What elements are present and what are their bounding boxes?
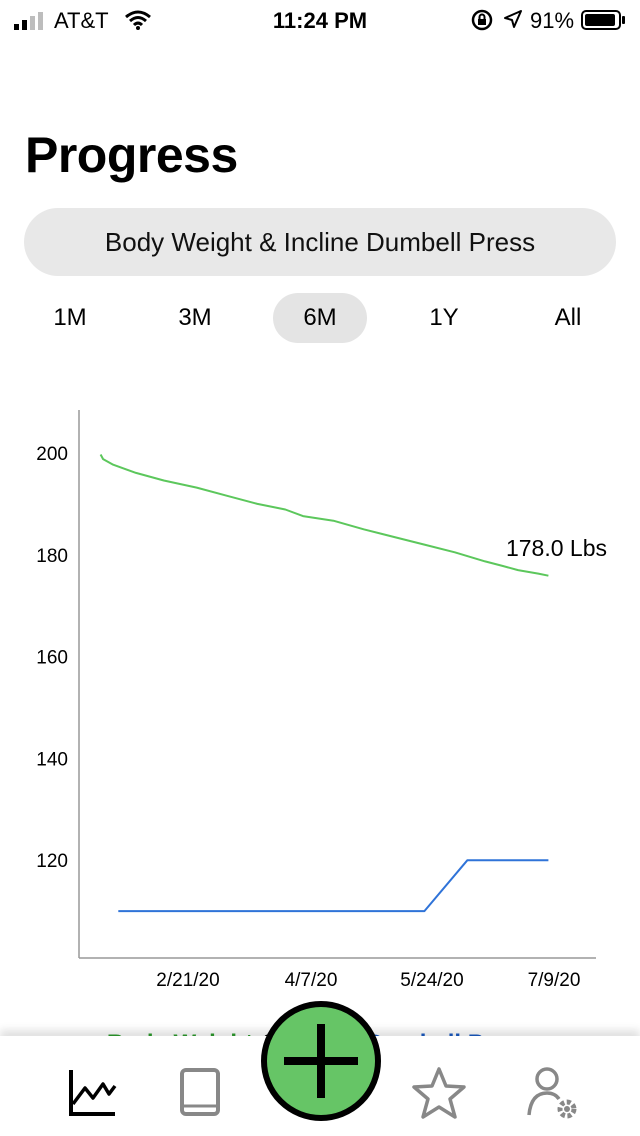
chart-icon — [69, 1070, 117, 1116]
x-tick-label: 2/21/20 — [156, 970, 219, 991]
range-label: 1Y — [429, 304, 459, 331]
range-1m-button[interactable]: 1M — [23, 293, 117, 343]
range-label: 1M — [53, 304, 87, 331]
tab-log[interactable] — [166, 1058, 236, 1128]
status-bar: AT&T 11:24 PM 91% — [0, 0, 640, 40]
body-weight-series-line — [99, 454, 549, 577]
progress-chart: 200 180 160 140 120 2/21/20 4/7/20 5/24/20 7/9/… — [36, 410, 607, 991]
exercise-selector-label: Body Weight & Incline Dumbell Press — [104, 226, 536, 257]
y-tick-label: 180 — [36, 546, 68, 567]
battery-icon — [581, 10, 625, 30]
y-tick-label: 200 — [36, 444, 68, 465]
y-tick-label: 140 — [36, 749, 68, 770]
range-1y-button[interactable]: 1Y — [397, 293, 491, 343]
range-6m-button[interactable]: 6M — [273, 293, 367, 343]
range-3m-button[interactable]: 3M — [148, 293, 242, 343]
tab-progress[interactable] — [57, 1058, 127, 1128]
x-tick-label: 7/9/20 — [528, 970, 581, 991]
tab-settings[interactable] — [518, 1058, 588, 1128]
range-label: 6M — [303, 304, 337, 331]
time-range-control: 1M 3M 6M 1Y All — [0, 293, 640, 343]
star-icon — [412, 1067, 466, 1119]
battery-percent: 91% — [530, 8, 575, 33]
range-label: 3M — [178, 304, 212, 331]
add-entry-button[interactable] — [261, 1001, 381, 1121]
y-tick-label: 120 — [36, 851, 68, 872]
y-tick-label: 160 — [36, 648, 68, 669]
location-arrow-icon — [504, 10, 522, 28]
x-tick-label: 5/24/20 — [400, 970, 463, 991]
range-label: All — [554, 304, 582, 331]
incline-press-series-line — [118, 859, 549, 913]
exercise-selector-button[interactable]: Body Weight & Incline Dumbell Press — [24, 208, 616, 276]
latest-value-label: 178.0 Lbs — [506, 535, 607, 561]
tab-favorites[interactable] — [404, 1058, 474, 1128]
page-title: Progress — [25, 127, 238, 183]
orientation-lock-icon — [471, 9, 493, 31]
profile-settings-icon — [527, 1067, 577, 1119]
book-icon — [180, 1068, 220, 1116]
add-icon — [284, 1024, 358, 1098]
range-all-button[interactable]: All — [521, 293, 615, 343]
x-tick-label: 4/7/20 — [285, 970, 338, 991]
